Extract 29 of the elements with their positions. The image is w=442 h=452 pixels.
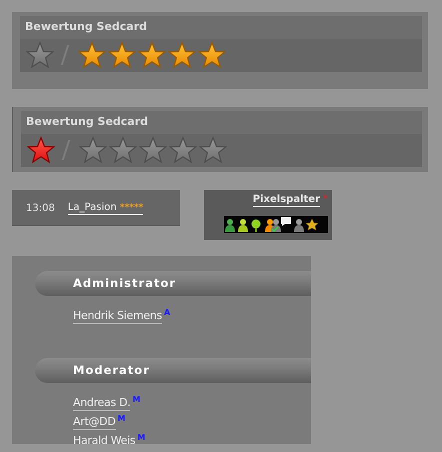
star-icon[interactable]	[78, 41, 106, 69]
role-letter: M	[118, 415, 126, 423]
rating-title: Bewertung Sedcard	[21, 111, 422, 134]
member-link[interactable]: Andreas D.	[73, 396, 130, 411]
star-icon[interactable]	[138, 41, 166, 69]
group-heading: Moderator	[35, 358, 311, 383]
star-icon[interactable]	[79, 136, 107, 164]
role-letter: A	[164, 309, 170, 317]
star-icon[interactable]	[139, 136, 167, 164]
star-icon[interactable]	[108, 41, 136, 69]
profile-link[interactable]: Pixelspalter	[252, 194, 320, 207]
rank-stars: *****	[120, 203, 144, 213]
group-heading: Administrator	[35, 271, 311, 296]
user-link[interactable]: La_Pasion *****	[68, 202, 144, 215]
role-letter: M	[132, 396, 140, 404]
star-icon[interactable]	[169, 136, 197, 164]
role-letter: M	[137, 434, 146, 442]
member-link[interactable]: Art@DD	[73, 415, 116, 430]
member-link[interactable]: Hendrik Siemens	[73, 309, 162, 324]
zero-star-icon[interactable]	[26, 41, 54, 69]
star-icon[interactable]	[168, 41, 196, 69]
chat-time: 13:08	[26, 203, 55, 214]
rating-title: Bewertung Sedcard	[20, 16, 422, 39]
star-icon[interactable]	[109, 136, 137, 164]
star-icon[interactable]	[199, 136, 227, 164]
star-icon[interactable]	[198, 41, 226, 69]
zero-star-icon-selected[interactable]	[27, 136, 55, 164]
member-link[interactable]: Harald Weis	[73, 434, 136, 444]
marker: *	[323, 194, 328, 205]
